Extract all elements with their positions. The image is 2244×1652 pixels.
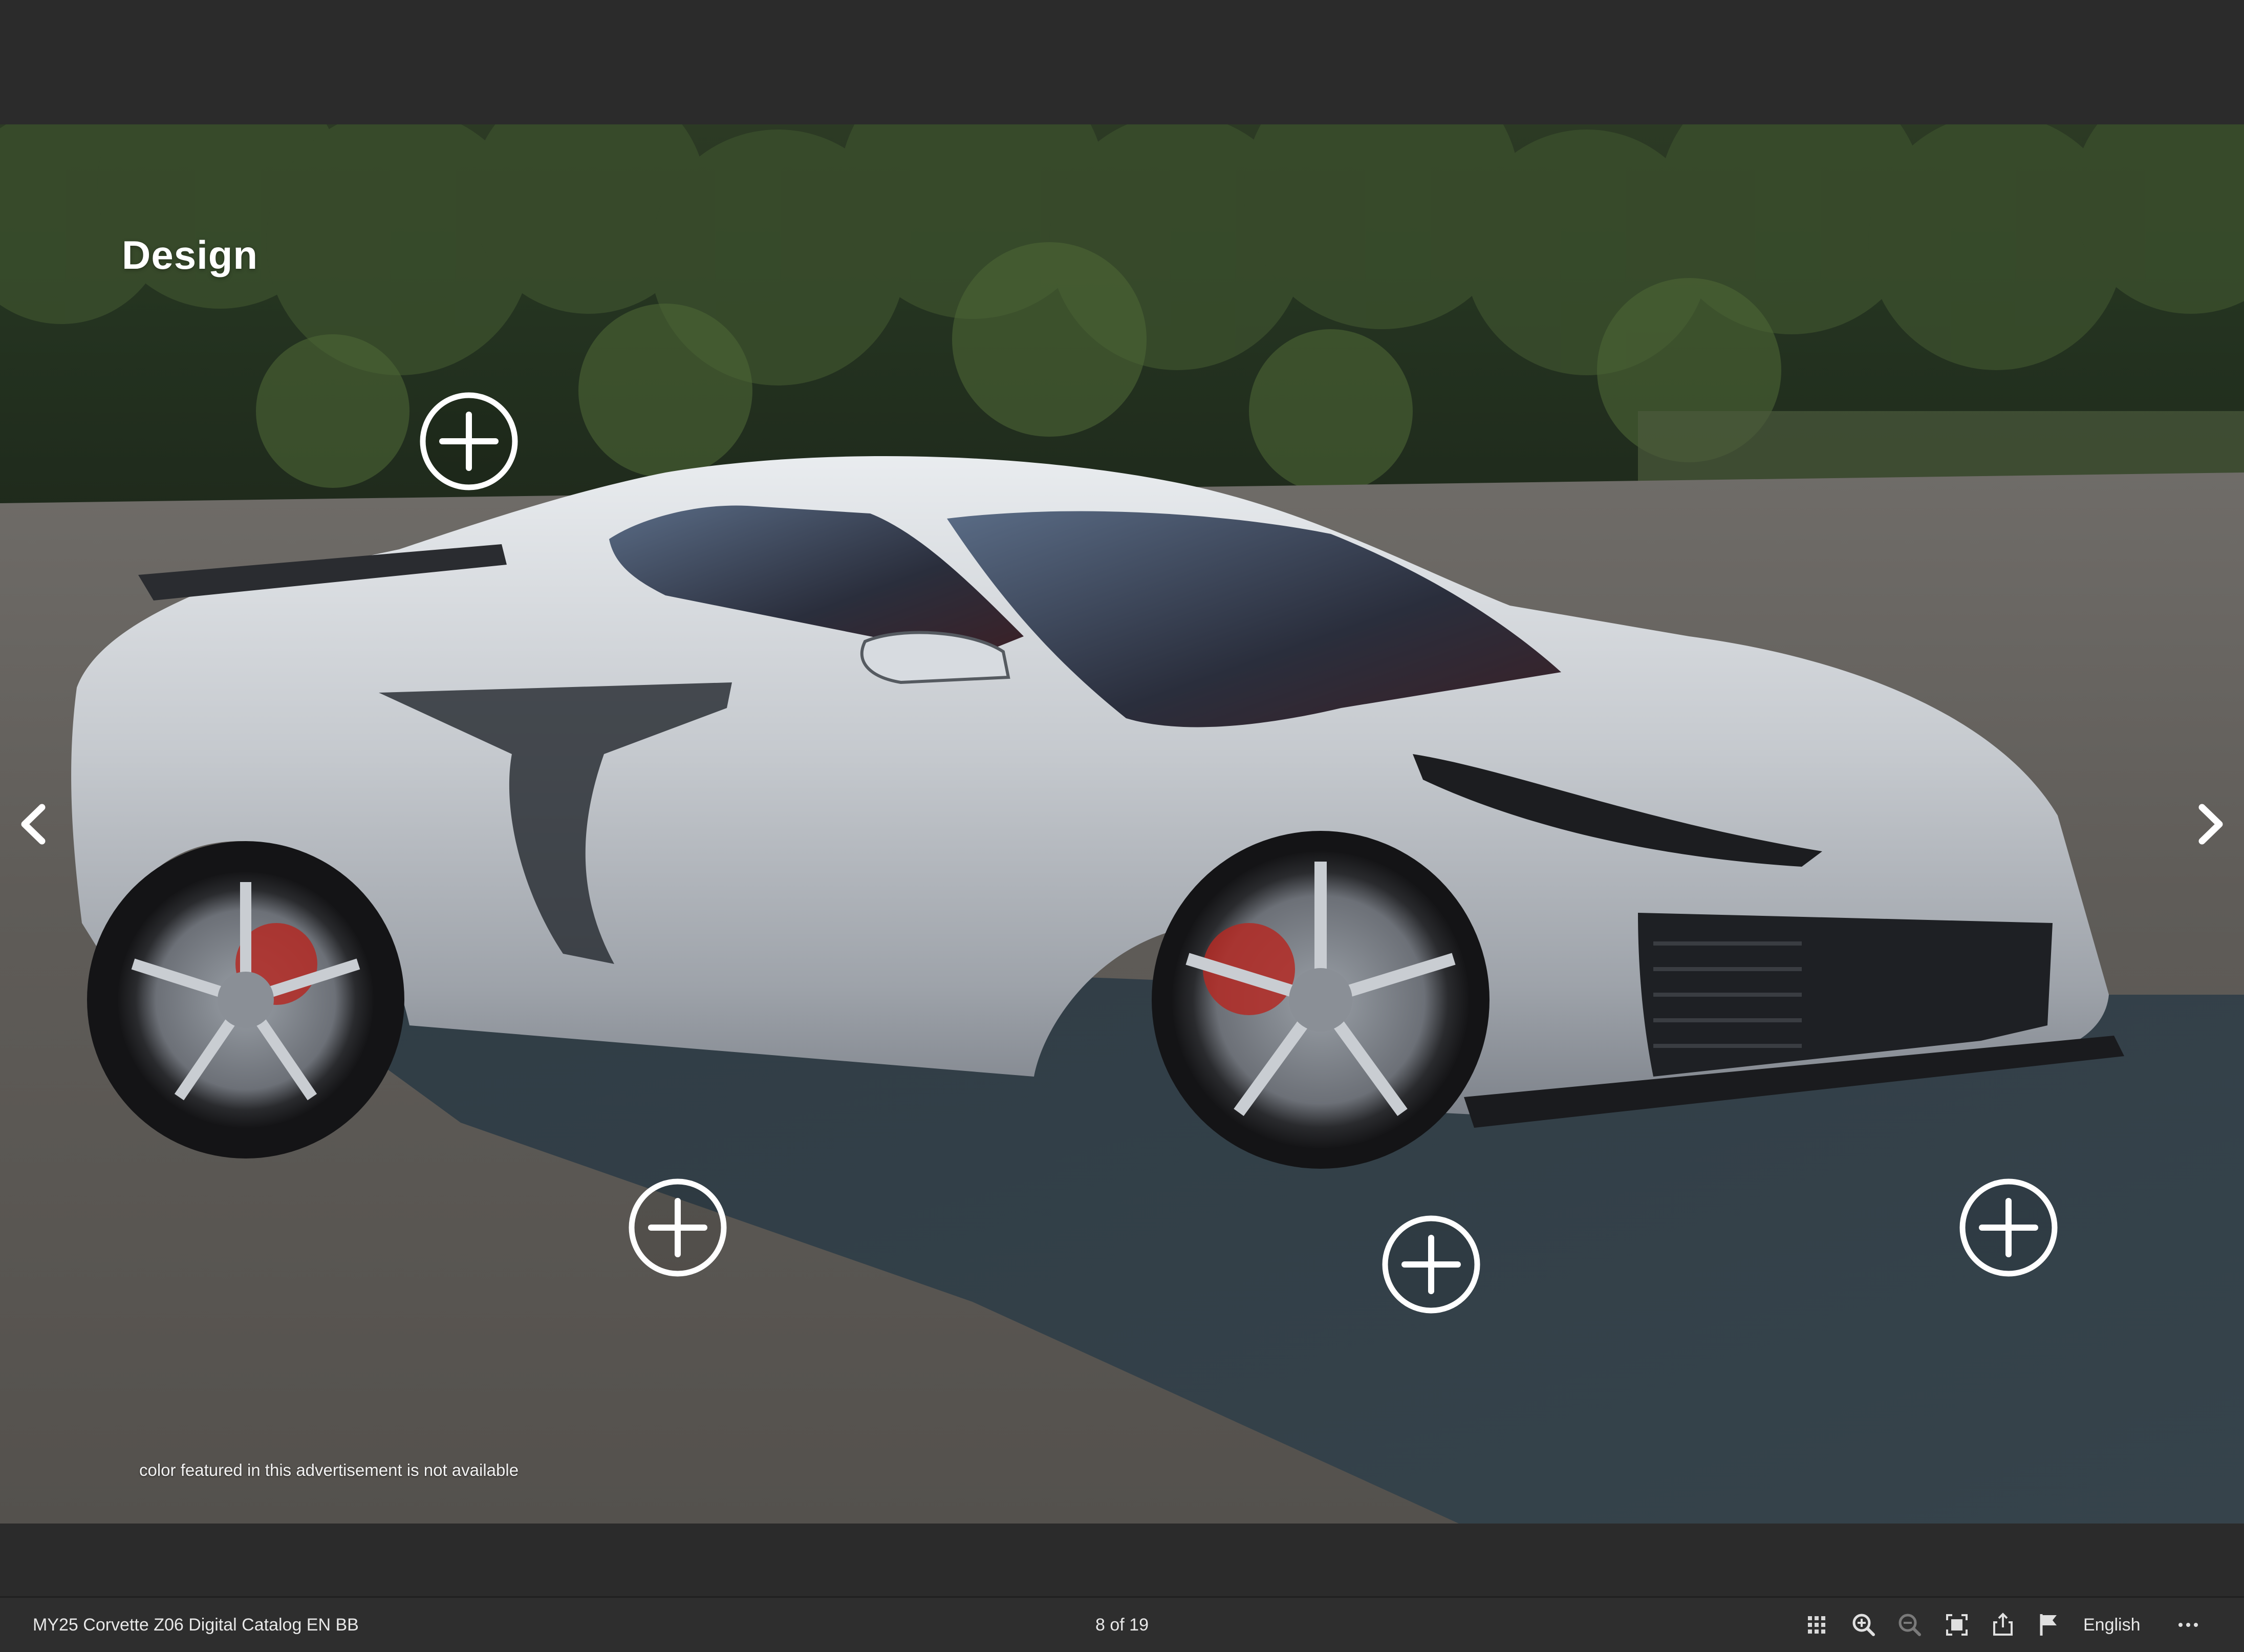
zoom-out-button[interactable] <box>1894 1609 1926 1641</box>
hotspot-front-wheel[interactable] <box>1381 1214 1481 1315</box>
plus-circle-icon <box>1382 1215 1480 1314</box>
previous-page-button[interactable] <box>10 796 56 852</box>
share-icon <box>1993 1613 2013 1636</box>
chevron-right-icon <box>2198 804 2223 845</box>
car-photo <box>0 124 2244 1524</box>
more-options-button[interactable] <box>2172 1609 2204 1641</box>
next-page-button[interactable] <box>2188 796 2234 852</box>
disclaimer-text: color featured in this advertisement is … <box>139 1461 519 1479</box>
hotspot-side[interactable] <box>628 1177 728 1278</box>
catalog-page: Design color featured in this advertisem… <box>0 124 2244 1524</box>
front-wheel <box>1152 831 1490 1169</box>
plus-circle-icon <box>1959 1178 2058 1277</box>
page-indicator: 8 of 19 <box>1095 1615 1149 1635</box>
zoom-in-icon <box>1852 1614 1875 1636</box>
language-selector[interactable]: English <box>2083 1615 2141 1635</box>
share-button[interactable] <box>1987 1609 2019 1641</box>
chevron-left-icon <box>21 804 46 845</box>
catalog-viewer: Design color featured in this advertisem… <box>0 0 2244 1652</box>
zoom-out-icon <box>1898 1614 1921 1636</box>
more-icon <box>2178 1623 2198 1627</box>
document-title: MY25 Corvette Z06 Digital Catalog EN BB <box>33 1615 359 1635</box>
flag-icon <box>2040 1614 2057 1636</box>
viewer-toolbar: MY25 Corvette Z06 Digital Catalog EN BB … <box>0 1596 2244 1652</box>
plus-circle-icon <box>420 392 518 490</box>
hotspot-rear-wing[interactable] <box>419 391 519 491</box>
hotspot-front[interactable] <box>1958 1177 2059 1278</box>
page-title: Design <box>122 232 258 277</box>
zoom-in-button[interactable] <box>1848 1609 1880 1641</box>
fit-page-icon <box>1946 1614 1968 1636</box>
plus-circle-icon <box>629 1178 727 1277</box>
rear-wheel <box>87 841 404 1158</box>
report-flag-button[interactable] <box>2033 1609 2065 1641</box>
grid-icon <box>1808 1616 1825 1634</box>
thumbnails-button[interactable] <box>1801 1609 1832 1641</box>
fit-page-button[interactable] <box>1941 1609 1973 1641</box>
